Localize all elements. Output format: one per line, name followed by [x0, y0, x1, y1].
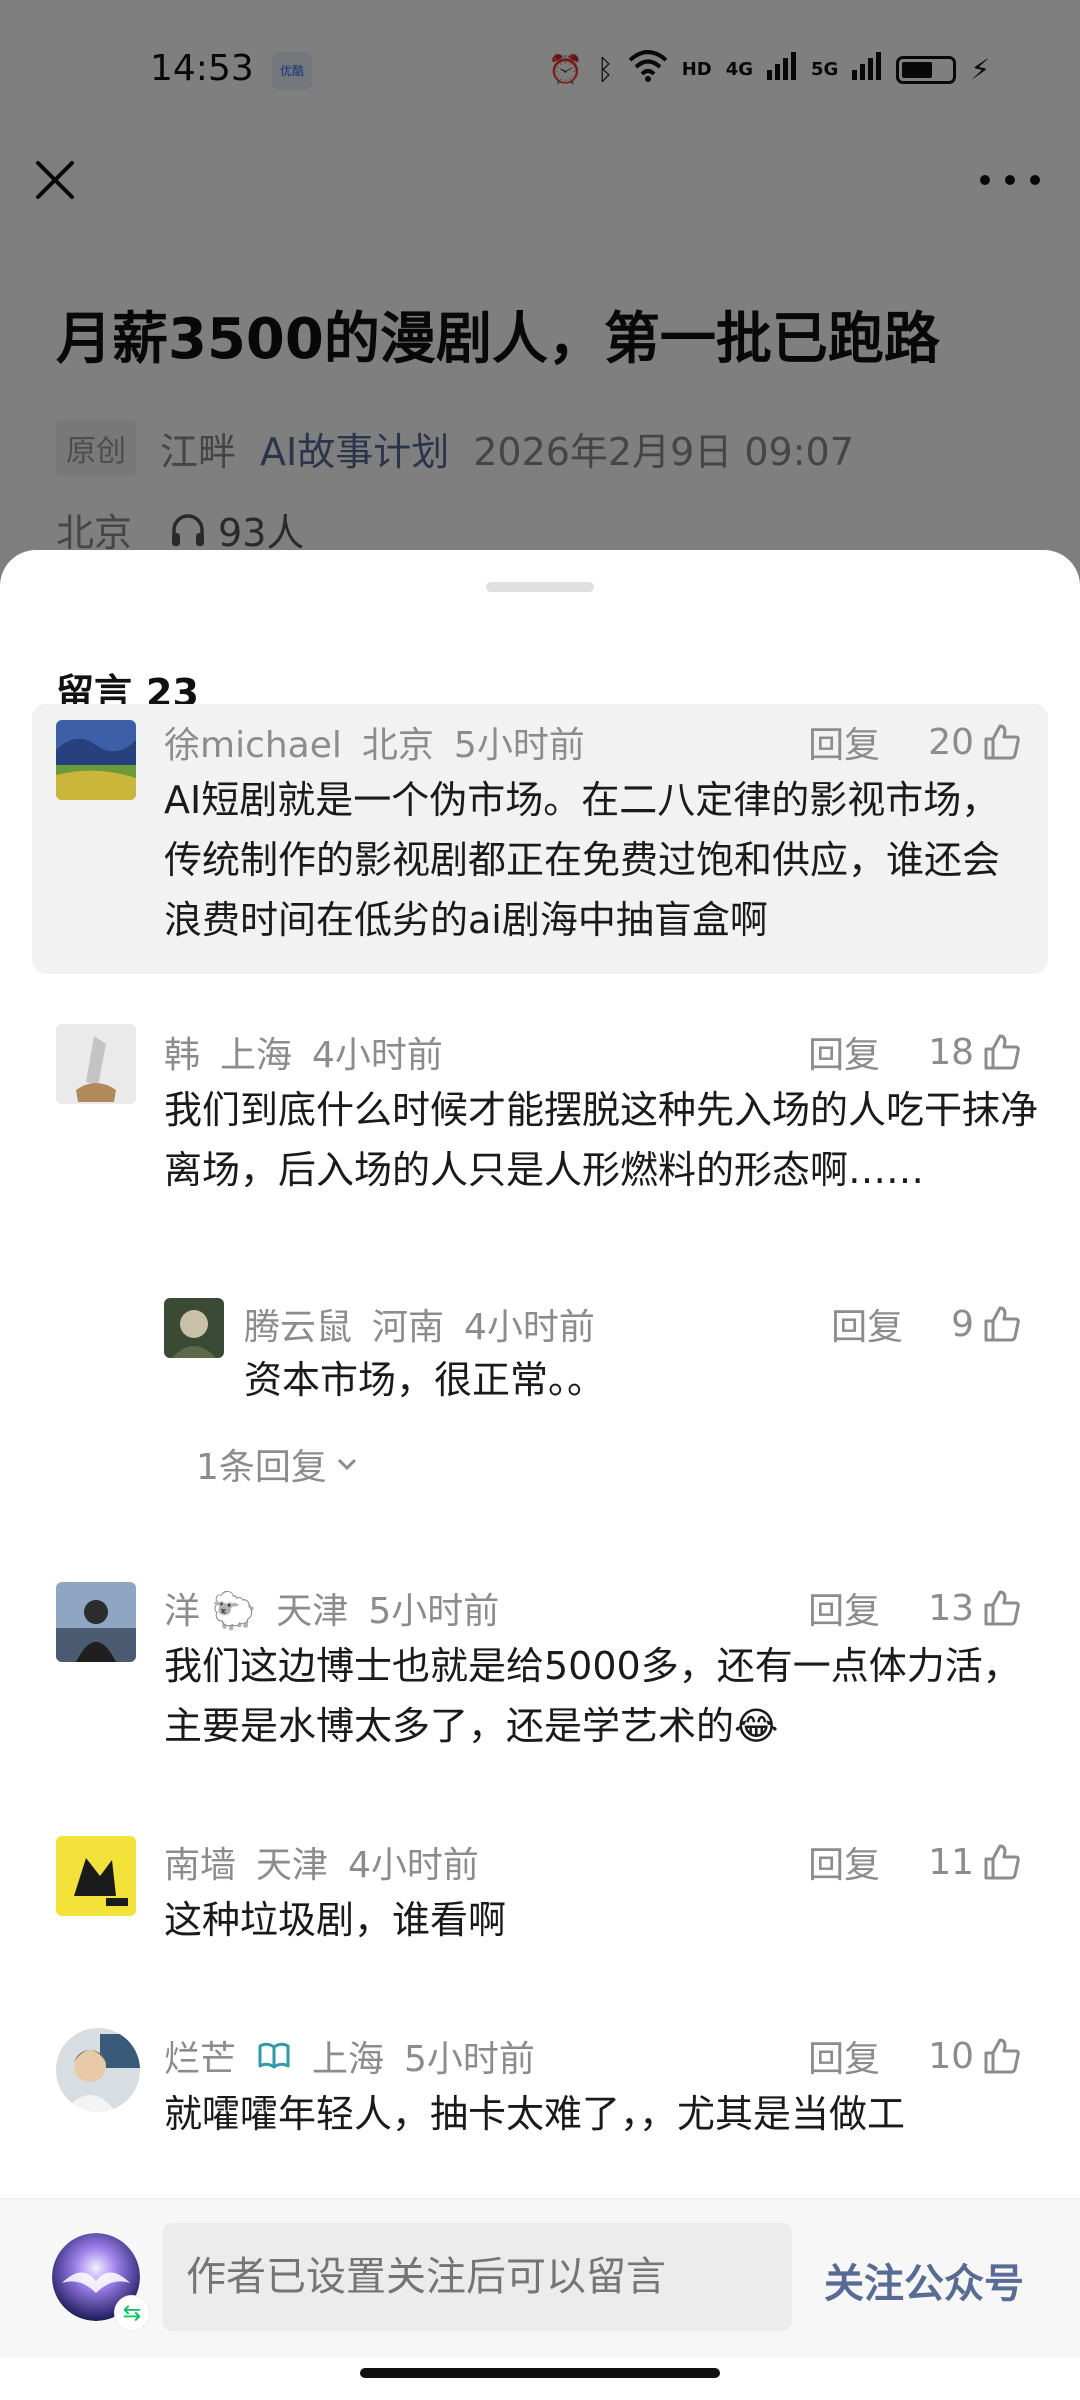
comment-location: 上海: [312, 2039, 385, 2080]
chevron-down-icon: [337, 1458, 356, 1471]
more-replies-button[interactable]: 1条回复: [196, 1438, 361, 1490]
like-count: 13: [928, 1587, 974, 1629]
comment-time: 5小时前: [453, 725, 585, 766]
comment-time: 5小时前: [404, 2039, 535, 2080]
comment-text: AI短剧就是一个伪市场。在二八定律的影视市场，传统制作的影视剧都正在免费过饱和供…: [164, 778, 1001, 942]
my-avatar[interactable]: ⇆: [52, 2233, 150, 2331]
comment-author[interactable]: 韩: [164, 1026, 200, 1078]
thumbs-up-icon[interactable]: [982, 722, 1022, 762]
thumbs-up-icon[interactable]: [982, 1842, 1022, 1882]
more-replies-label: 1条回复: [196, 1447, 327, 1488]
comment-item[interactable]: 烂芒 上海 5小时前 回复 10 就嚯嚯年轻人，抽卡太难了，，尤其是当做工: [32, 2028, 1048, 2188]
thumbs-up-icon[interactable]: [982, 1304, 1022, 1344]
reply-button[interactable]: 回复: [808, 2030, 880, 2082]
comment-author[interactable]: 烂芒: [164, 2030, 236, 2082]
comment-input[interactable]: [162, 2223, 792, 2331]
comment-location: 上海: [220, 1035, 293, 1076]
comment-actions: 回复 20: [808, 716, 1022, 768]
comment-item[interactable]: 洋 🐑 天津 5小时前 回复 13 我们这边博士也就是给5000多，还有一点体力…: [32, 1580, 1048, 1780]
like-count: 11: [928, 1841, 974, 1883]
thumbs-up-icon[interactable]: [982, 1588, 1022, 1628]
like-count: 10: [928, 2035, 974, 2077]
comment-item[interactable]: 徐michael 北京 5小时前 回复 20 AI短剧就是一个伪市场。在二八定律…: [32, 704, 1048, 974]
reply-time: 4小时前: [464, 1307, 595, 1348]
comment-text: 这种垃圾剧，谁看啊: [164, 1898, 507, 1942]
comment-header: 洋 🐑 天津 5小时前: [164, 1582, 499, 1634]
comment-location: 天津: [276, 1591, 349, 1632]
reply-author[interactable]: 腾云鼠: [244, 1298, 352, 1350]
follow-account-button[interactable]: 关注公众号: [824, 2251, 1024, 2309]
comments-sheet: 留言 23 徐michael 北京 5小时前 回复 20 AI短剧就是一个伪市场。…: [0, 550, 1080, 2400]
thumbs-up-icon[interactable]: [982, 2036, 1022, 2076]
reply-button[interactable]: 回复: [808, 1836, 880, 1888]
reply-button[interactable]: 回复: [808, 716, 880, 768]
comment-header: 徐michael 北京 5小时前: [164, 716, 585, 768]
reply-actions: 回复 9: [831, 1298, 1022, 1350]
comment-time: 4小时前: [312, 1035, 443, 1076]
comment-author[interactable]: 洋 🐑: [164, 1582, 256, 1634]
reply-button[interactable]: 回复: [808, 1026, 880, 1078]
home-indicator[interactable]: [360, 2368, 720, 2378]
reply-avatar[interactable]: [164, 1298, 224, 1358]
comment-author[interactable]: 徐michael: [164, 716, 342, 768]
comment-location: 天津: [256, 1845, 329, 1886]
comment-actions: 回复 11: [808, 1836, 1022, 1888]
comment-time: 4小时前: [348, 1845, 479, 1886]
avatar[interactable]: [56, 1582, 136, 1662]
avatar[interactable]: [56, 1836, 136, 1916]
comment-actions: 回复 13: [808, 1582, 1022, 1634]
comment-text: 我们到底什么时候才能摆脱这种先入场的人吃干抹净离场，后入场的人只是人形燃料的形态…: [164, 1088, 1039, 1192]
comment-location: 北京: [361, 725, 434, 766]
comment-item[interactable]: 韩 上海 4小时前 回复 18 我们到底什么时候才能摆脱这种先入场的人吃干抹净离…: [32, 1010, 1048, 1490]
thumbs-up-icon[interactable]: [982, 1032, 1022, 1072]
comment-header: 烂芒 上海 5小时前: [164, 2030, 535, 2082]
comment-text: 就嚯嚯年轻人，抽卡太难了，，尤其是当做工: [164, 2092, 906, 2136]
comment-actions: 回复 18: [808, 1026, 1022, 1078]
comment-header: 韩 上海 4小时前: [164, 1026, 443, 1078]
verified-book-icon: [258, 2042, 290, 2069]
reply-header: 腾云鼠 河南 4小时前: [244, 1298, 595, 1350]
like-count: 9: [951, 1303, 974, 1345]
avatar[interactable]: [56, 1024, 136, 1104]
reply-location: 河南: [372, 1307, 445, 1348]
avatar[interactable]: [56, 720, 136, 800]
comment-author[interactable]: 南墙: [164, 1836, 236, 1888]
reply-button[interactable]: 回复: [831, 1298, 903, 1350]
reply-button[interactable]: 回复: [808, 1582, 880, 1634]
comment-actions: 回复 10: [808, 2030, 1022, 2082]
comment-header: 南墙 天津 4小时前: [164, 1836, 479, 1888]
sheep-emoji: 🐑: [211, 1591, 257, 1632]
drag-handle[interactable]: [486, 582, 594, 592]
avatar[interactable]: [56, 2028, 140, 2112]
comment-text: 我们这边博士也就是给5000多，还有一点体力活，主要是水博太多了，还是学艺术的😂: [164, 1644, 1021, 1748]
like-count: 18: [928, 1031, 974, 1073]
like-count: 20: [928, 721, 974, 763]
reply-text: 资本市场，很正常。。: [244, 1358, 606, 1402]
comment-time: 5小时前: [368, 1591, 500, 1632]
comment-item[interactable]: 南墙 天津 4小时前 回复 11 这种垃圾剧，谁看啊: [32, 1834, 1048, 1974]
comment-input-bar: ⇆ 关注公众号: [0, 2198, 1080, 2358]
switch-account-icon[interactable]: ⇆: [114, 2295, 150, 2331]
